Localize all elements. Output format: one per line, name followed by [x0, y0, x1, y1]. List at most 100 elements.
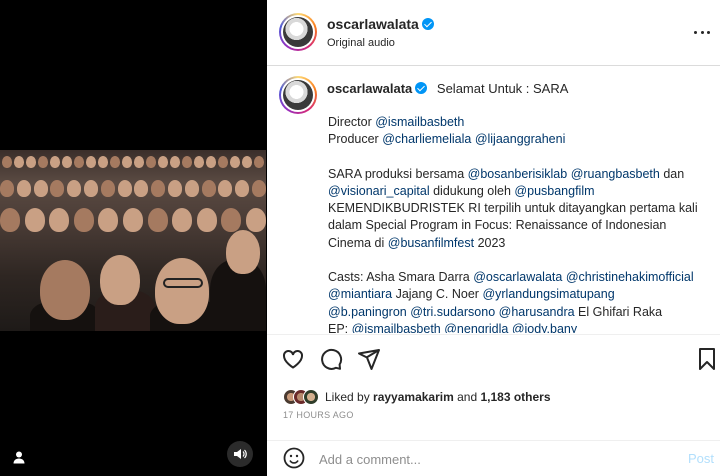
caption-line: Casts: Asha Smara Darra @oscarlawalata @…	[328, 269, 713, 286]
post-comment-button[interactable]: Post	[688, 451, 714, 466]
caption-text: Producer	[328, 132, 383, 147]
mention-link[interactable]: @charliemeliala	[382, 132, 471, 146]
crowd-face	[201, 180, 216, 197]
crowd-back-row	[0, 156, 266, 168]
caption-section: oscarlawalata Selamat Untuk : SARA Direc…	[267, 67, 720, 333]
audience-face	[155, 258, 209, 324]
caption-text: dalam Special Program in Focus: Renaissa…	[328, 218, 667, 233]
mention-link[interactable]: @ismailbasbeth	[352, 322, 441, 333]
crowd-face	[251, 180, 266, 197]
mention-link[interactable]: @busanfilmfest	[388, 236, 474, 250]
caption-line: Cinema di @busanfilmfest 2023	[328, 235, 713, 252]
crowd-face	[230, 156, 240, 168]
bookmark-icon[interactable]	[695, 347, 719, 371]
more-options-icon[interactable]	[694, 24, 710, 40]
crowd-face	[254, 156, 264, 168]
caption-line: @visionari_capital didukung oleh @pusban…	[328, 183, 713, 200]
mention-link[interactable]: @nengridla	[444, 322, 508, 333]
crowd-face	[74, 156, 84, 168]
mention-link[interactable]: @oscarlawalata	[473, 270, 562, 284]
mention-link[interactable]: @harusandra	[499, 305, 575, 319]
mention-link[interactable]: @visionari_capital	[328, 184, 430, 198]
mention-link[interactable]: @pusbangfilm	[514, 184, 594, 198]
heart-icon[interactable]	[281, 347, 305, 371]
liker-avatar	[303, 389, 319, 405]
audio-label[interactable]: Original audio	[327, 37, 395, 49]
caption-line: KEMENDIKBUDRISTEK RI terpilih untuk dita…	[328, 200, 713, 217]
mention-link[interactable]: @bosanberisiklab	[468, 167, 568, 181]
caption-text: KEMENDIKBUDRISTEK RI terpilih untuk dita…	[328, 201, 698, 216]
crowd-face	[26, 156, 36, 168]
caption-header: oscarlawalata Selamat Untuk : SARA	[327, 81, 568, 96]
caption-text: Director	[328, 115, 376, 129]
user-tag-icon[interactable]	[12, 450, 26, 464]
mention-link[interactable]: @ruangbasbeth	[571, 167, 660, 181]
post-header: oscarlawalata Original audio	[267, 0, 720, 66]
caption-avatar[interactable]	[279, 76, 317, 114]
crowd-face	[146, 156, 156, 168]
mention-link[interactable]: @lijaanggraheni	[475, 132, 566, 146]
caption-line: SARA produksi bersama @bosanberisiklab @…	[328, 166, 713, 183]
comment-input[interactable]	[319, 449, 659, 469]
crowd-face	[50, 156, 60, 168]
crowd-face	[100, 180, 115, 197]
crowd-face	[172, 208, 193, 232]
emoji-smiley-icon[interactable]	[283, 447, 305, 469]
video-player[interactable]	[0, 150, 266, 331]
crowd-face	[182, 156, 192, 168]
caption-text: SARA produksi bersama	[328, 166, 468, 181]
crowd-face	[218, 180, 233, 197]
mention-link[interactable]: @ismailbasbeth	[375, 115, 464, 129]
caption-text: EP:	[328, 321, 352, 333]
liked-by-user[interactable]: rayyamakarim	[373, 390, 454, 404]
crowd-face	[98, 156, 108, 168]
caption-text: Cinema di	[328, 235, 388, 250]
mention-link[interactable]: @yrlandungsimatupang	[482, 287, 614, 301]
verified-badge-icon	[415, 82, 428, 94]
crowd-face	[98, 208, 119, 232]
crowd-face	[147, 208, 168, 232]
crowd-face	[2, 156, 12, 168]
caption-text: 2023	[474, 235, 506, 250]
mention-link[interactable]: @b.paningron	[328, 305, 407, 319]
caption-line: @miantiara Jajang C. Noer @yrlandungsima…	[328, 286, 713, 303]
comment-bar: Post	[267, 440, 720, 476]
comment-bubble-icon[interactable]	[319, 347, 343, 371]
crowd-face	[218, 156, 228, 168]
crowd-face	[117, 180, 132, 197]
post-timestamp[interactable]: 17 HOURS AGO	[283, 410, 354, 420]
likes-summary[interactable]: Liked by rayyamakarim and 1,183 others	[283, 387, 551, 407]
crowd-mid-row	[0, 180, 266, 197]
caption-text: dan	[659, 166, 685, 181]
mention-link[interactable]: @jody.bany	[512, 322, 577, 333]
crowd-face	[134, 156, 144, 168]
caption-text: Casts: Asha Smara Darra	[328, 270, 474, 285]
post-username[interactable]: oscarlawalata	[327, 16, 434, 32]
caption-text: El Ghifari Raka	[574, 304, 663, 319]
crowd-face	[50, 180, 65, 197]
crowd-face	[194, 156, 204, 168]
crowd-face	[62, 156, 72, 168]
caption-gap	[328, 149, 713, 166]
speaker-icon[interactable]	[227, 441, 253, 467]
caption-username[interactable]: oscarlawalata	[327, 81, 412, 96]
crowd-face	[151, 180, 166, 197]
crowd-face	[49, 208, 70, 232]
crowd-face	[167, 180, 182, 197]
mention-link[interactable]: @tri.sudarsono	[410, 305, 495, 319]
post-panel: oscarlawalata Original audio oscarlawala…	[267, 0, 720, 476]
verified-badge-icon	[421, 18, 434, 30]
crowd-front-row	[0, 208, 266, 232]
audience-face	[226, 230, 260, 274]
avatar[interactable]	[279, 13, 317, 51]
crowd-face	[122, 156, 132, 168]
caption-line: EP: @ismailbasbeth @nengridla @jody.bany	[328, 321, 713, 333]
crowd-face	[245, 208, 266, 232]
crowd-face	[14, 156, 24, 168]
caption-body: Director @ismailbasbeth Producer @charlie…	[328, 114, 713, 333]
mention-link[interactable]: @miantiara	[328, 287, 392, 301]
mention-link[interactable]: @christinehakimofficial	[566, 270, 694, 284]
likes-count[interactable]: 1,183 others	[480, 390, 550, 404]
crowd-face	[24, 208, 45, 232]
paper-plane-icon[interactable]	[357, 347, 381, 371]
